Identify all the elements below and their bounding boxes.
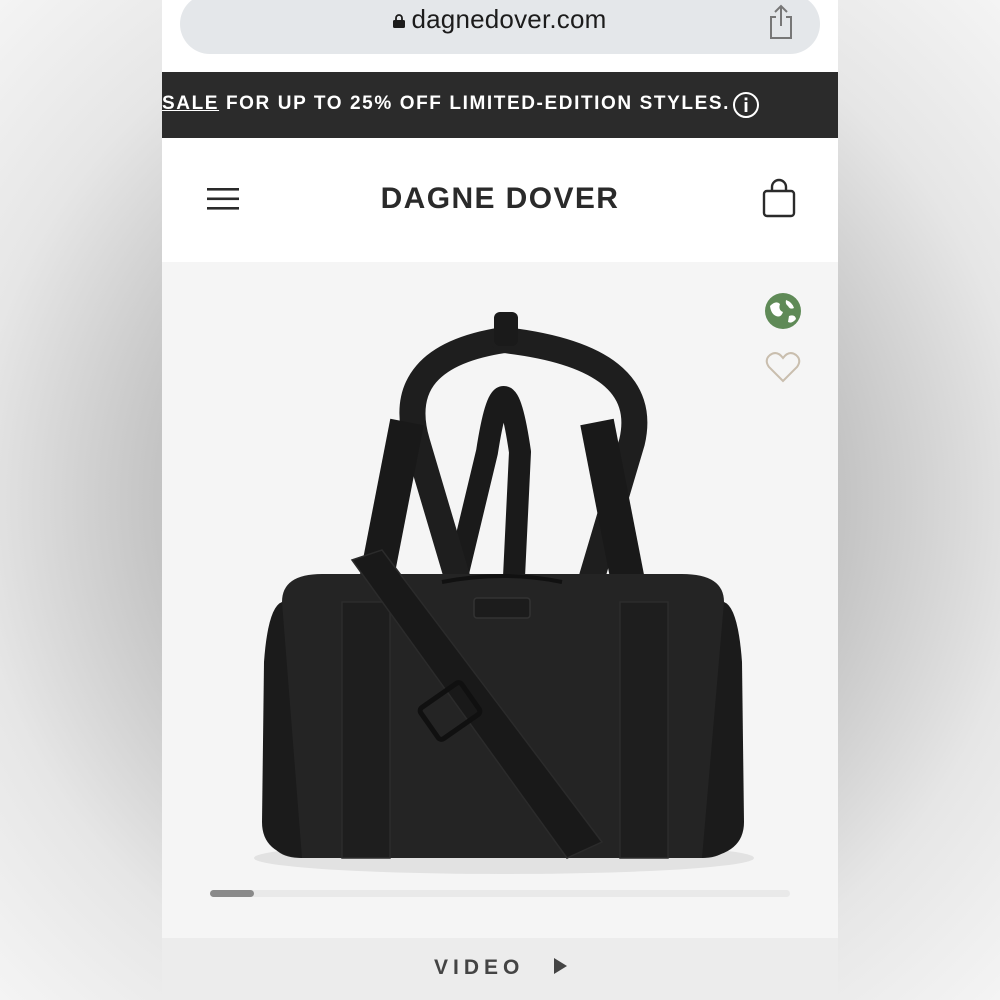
gallery-scroll-thumb[interactable] <box>210 890 254 897</box>
url-display[interactable]: dagnedover.com <box>180 4 820 35</box>
address-bar[interactable]: dagnedover.com <box>180 0 820 54</box>
share-icon[interactable] <box>766 4 796 40</box>
play-icon[interactable] <box>552 957 568 975</box>
video-bar[interactable]: VIDEO <box>162 938 838 1000</box>
video-label[interactable]: VIDEO <box>434 956 524 980</box>
promo-text: FOR UP TO 25% OFF LIMITED-EDITION STYLES… <box>219 93 731 114</box>
gallery-scrollbar[interactable] <box>210 890 790 897</box>
mobile-screen: dagnedover.com SALE FOR UP TO 25% OFF LI… <box>162 0 838 1000</box>
heart-icon[interactable] <box>765 350 801 384</box>
globe-icon <box>765 293 801 329</box>
promo-message: SALE FOR UP TO 25% OFF LIMITED-EDITION S… <box>162 93 730 115</box>
site-header: DAGNE DOVER <box>162 138 838 262</box>
shopping-bag-icon[interactable] <box>762 178 796 218</box>
product-gallery[interactable] <box>162 262 838 938</box>
sale-link[interactable]: SALE <box>162 93 219 114</box>
brand-logo[interactable]: DAGNE DOVER <box>162 182 838 216</box>
lock-icon <box>393 14 406 28</box>
promo-banner: SALE FOR UP TO 25% OFF LIMITED-EDITION S… <box>162 72 838 138</box>
product-image[interactable] <box>242 302 762 882</box>
url-text: dagnedover.com <box>411 4 607 34</box>
info-icon[interactable] <box>732 91 760 119</box>
